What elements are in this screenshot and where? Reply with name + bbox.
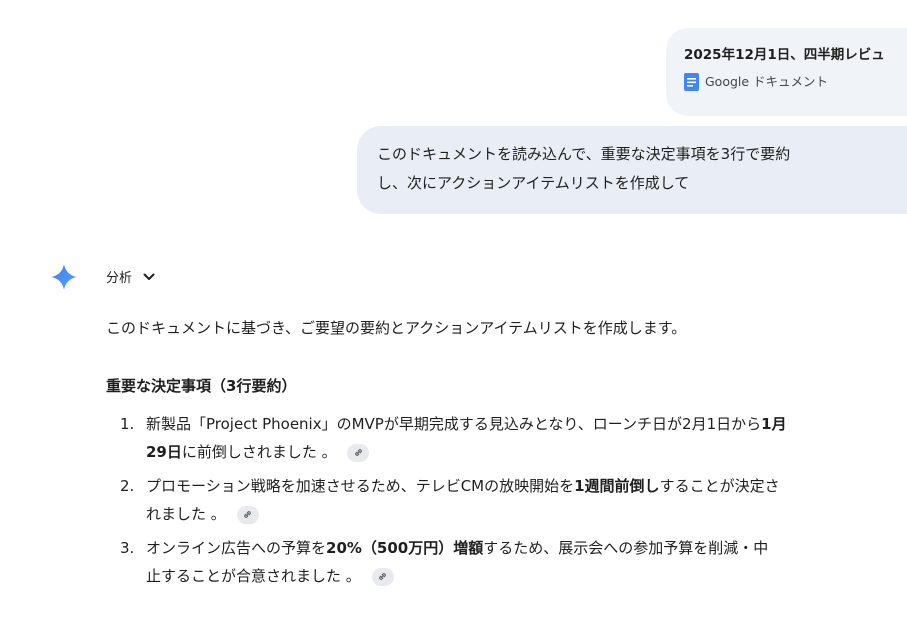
user-message-bubble: このドキュメントを読み込んで、重要な決定事項を3行で要約 し、次にアクションアイ…: [357, 126, 907, 214]
user-message-line: このドキュメントを読み込んで、重要な決定事項を3行で要約: [377, 145, 791, 163]
attachment-chip[interactable]: 2025年12月1日、四半期レビュ Google ドキュメント: [666, 28, 907, 116]
item-bold-text: 20%（500万円）増額: [326, 539, 484, 557]
item-text: オンライン広告への予算を: [146, 539, 327, 557]
attachment-type: Google ドキュメント: [684, 73, 907, 91]
analysis-toggle[interactable]: 分析: [106, 267, 156, 286]
analysis-label: 分析: [106, 271, 133, 286]
list-number: 1.: [120, 415, 135, 433]
item-text: することが決定さ: [659, 477, 780, 495]
item-text: に前倒しされました 。: [181, 443, 337, 461]
item-text: 止することが合意されました 。: [146, 567, 361, 585]
item-bold-text: 1月: [761, 415, 787, 433]
gemini-sparkle-icon: [51, 264, 77, 290]
item-text: するため、展示会への参加予算を削減・中: [483, 539, 769, 557]
list-item: 1. 新製品「Project Phoenix」のMVPが早期完成する見込みとなり…: [106, 410, 896, 466]
list-item: 3. オンライン広告への予算を20%（500万円）増額するため、展示会への参加予…: [106, 534, 896, 590]
link-icon: [244, 511, 251, 518]
decision-list: 1. 新製品「Project Phoenix」のMVPが早期完成する見込みとなり…: [106, 410, 896, 596]
item-text: れました 。: [146, 505, 226, 523]
user-message-line: し、次にアクションアイテムリストを作成して: [377, 174, 690, 192]
section-heading: 重要な決定事項（3行要約）: [106, 377, 297, 395]
chevron-down-icon: [143, 273, 155, 280]
item-text: プロモーション戦略を加速させるため、テレビCMの放映開始を: [146, 477, 575, 495]
google-docs-icon: [684, 73, 699, 91]
response-intro: このドキュメントに基づき、ご要望の要約とアクションアイテムリストを作成します。: [106, 319, 687, 337]
item-bold-text: 29日: [146, 443, 182, 461]
item-text: 新製品「Project Phoenix」のMVPが早期完成する見込みとなり、ロー…: [146, 415, 762, 433]
attachment-type-label: Google ドキュメント: [705, 74, 829, 89]
link-icon: [355, 449, 362, 456]
citation-link-button[interactable]: [236, 505, 259, 524]
item-bold-text: 1週間前倒し: [574, 477, 660, 495]
citation-link-button[interactable]: [347, 443, 370, 462]
list-number: 3.: [120, 539, 135, 557]
attachment-title: 2025年12月1日、四半期レビュ: [684, 47, 885, 63]
citation-link-button[interactable]: [371, 567, 394, 586]
list-item: 2. プロモーション戦略を加速させるため、テレビCMの放映開始を1週間前倒しする…: [106, 472, 896, 528]
list-number: 2.: [120, 477, 135, 495]
link-icon: [379, 573, 386, 580]
